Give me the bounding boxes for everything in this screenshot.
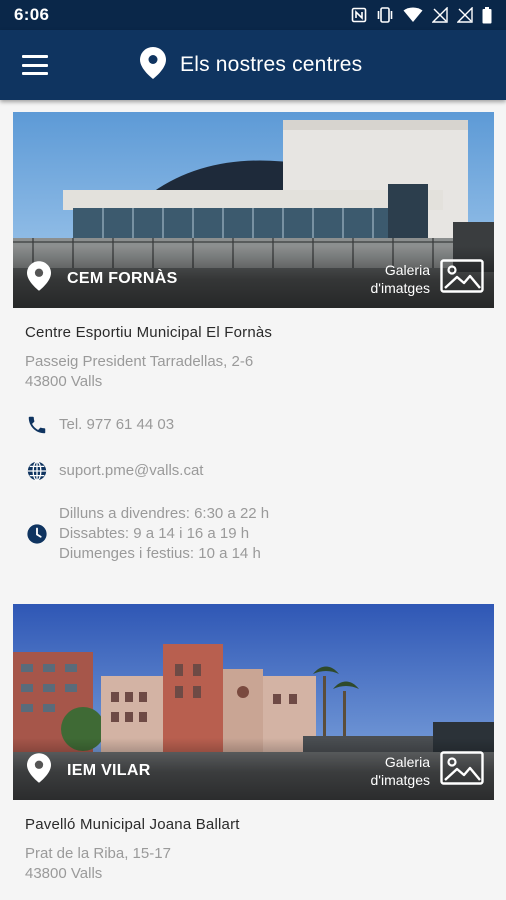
location-pin-icon <box>27 753 51 788</box>
address-line1: Prat de la Riba, 15-17 <box>25 845 171 862</box>
location-pin-icon <box>27 261 51 296</box>
opening-hours: Dilluns a divendres: 6:30 a 22 h Dissabt… <box>59 504 269 564</box>
center-card: CEM FORNÀS Galeria d'imatges Centre Espo… <box>13 112 494 564</box>
phone-number: Tel. 977 61 44 03 <box>59 416 175 433</box>
center-card: IEM VILAR Galeria d'imatges Pavelló Muni… <box>13 604 494 884</box>
status-icons <box>351 6 492 24</box>
phone-row[interactable]: Tel. 977 61 44 03 <box>25 414 482 436</box>
center-label: IEM VILAR <box>27 753 151 788</box>
email-row[interactable]: suport.pme@valls.cat <box>25 460 482 482</box>
app-bar-title-group: Els nostres centres <box>140 30 362 100</box>
image-icon <box>440 751 484 790</box>
center-photo[interactable]: CEM FORNÀS Galeria d'imatges <box>13 112 494 308</box>
center-details: Centre Esportiu Municipal El Fornàs Pass… <box>13 324 494 564</box>
address-line1: Passeig President Tarradellas, 2-6 <box>25 353 254 370</box>
gallery-button[interactable]: Galeria d'imatges <box>371 259 484 298</box>
status-bar: 6:06 <box>0 0 506 30</box>
signal-icon-2 <box>457 7 473 23</box>
status-time: 6:06 <box>14 5 50 24</box>
gallery-label-line1: Galeria <box>384 261 430 278</box>
location-pin-icon <box>140 46 166 84</box>
gallery-label-line1: Galeria <box>384 753 430 770</box>
address-line2: 43800 Valls <box>25 373 103 390</box>
vibrate-icon <box>376 7 394 23</box>
image-icon <box>440 259 484 298</box>
hamburger-menu-icon[interactable] <box>22 53 48 77</box>
hours-weekdays: Dilluns a divendres: 6:30 a 22 h <box>59 505 270 522</box>
center-label: CEM FORNÀS <box>27 261 178 296</box>
hours-saturday: Dissabtes: 9 a 14 i 16 a 19 h <box>59 525 250 542</box>
centers-list[interactable]: CEM FORNÀS Galeria d'imatges Centre Espo… <box>0 100 506 900</box>
address-line2: 43800 Valls <box>25 865 103 882</box>
hours-sunday: Diumenges i festius: 10 a 14 h <box>59 545 261 562</box>
battery-icon <box>482 6 492 24</box>
center-short-name: CEM FORNÀS <box>67 269 178 287</box>
gallery-label-line2: d'imatges <box>370 771 430 788</box>
gallery-label: Galeria d'imatges <box>371 753 430 789</box>
gallery-label-line2: d'imatges <box>370 279 430 296</box>
phone-icon <box>25 414 49 436</box>
hours-row: Dilluns a divendres: 6:30 a 22 h Dissabt… <box>25 504 482 564</box>
page-title: Els nostres centres <box>180 53 363 76</box>
center-address: Passeig President Tarradellas, 2-6 43800… <box>25 352 482 392</box>
center-short-name: IEM VILAR <box>67 761 151 779</box>
wifi-icon <box>403 7 423 23</box>
center-photo[interactable]: IEM VILAR Galeria d'imatges <box>13 604 494 800</box>
gallery-button[interactable]: Galeria d'imatges <box>371 751 484 790</box>
center-full-name: Centre Esportiu Municipal El Fornàs <box>25 324 273 341</box>
globe-icon <box>25 460 49 482</box>
center-full-name: Pavelló Municipal Joana Ballart <box>25 816 240 833</box>
nfc-icon <box>351 7 367 23</box>
clock-icon <box>25 523 49 545</box>
gallery-label: Galeria d'imatges <box>371 261 430 297</box>
signal-icon <box>432 7 448 23</box>
center-address: Prat de la Riba, 15-17 43800 Valls <box>25 844 482 884</box>
email-address: suport.pme@valls.cat <box>59 462 204 479</box>
center-details: Pavelló Municipal Joana Ballart Prat de … <box>13 816 494 884</box>
app-bar: Els nostres centres <box>0 30 506 100</box>
